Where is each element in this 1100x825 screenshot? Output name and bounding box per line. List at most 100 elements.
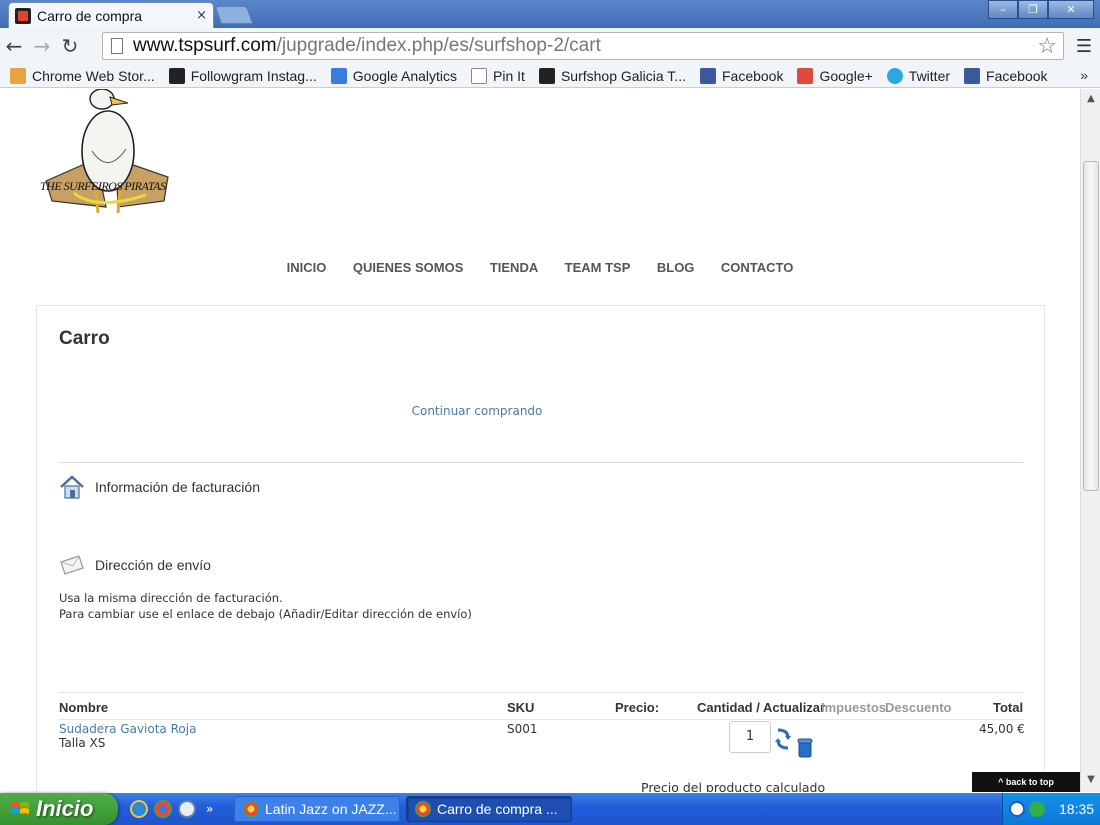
windows-taskbar: Inicio » Latin Jazz on JAZZ... Carro de … bbox=[0, 793, 1100, 825]
bookmark-icon bbox=[699, 67, 716, 84]
scroll-up-icon[interactable]: ▲ bbox=[1084, 93, 1098, 107]
cart-panel: Carro Continuar comprando Información de… bbox=[36, 305, 1045, 792]
bookmarks-overflow-icon[interactable]: » bbox=[1080, 67, 1088, 83]
product-sku: S001 bbox=[507, 722, 538, 736]
tab-close-icon[interactable]: × bbox=[196, 8, 207, 23]
quick-launch: » bbox=[130, 800, 213, 818]
browser-menu-icon[interactable]: ☰ bbox=[1076, 36, 1092, 57]
chrome-icon bbox=[415, 801, 431, 817]
page-title: Carro bbox=[59, 328, 110, 349]
nav-item-contacto[interactable]: CONTACTO bbox=[721, 260, 793, 275]
bookmarks-bar: Chrome Web Stor... Followgram Instag... … bbox=[0, 64, 1100, 88]
house-icon bbox=[60, 475, 84, 499]
delete-item-icon[interactable] bbox=[797, 738, 813, 758]
bookmark-item[interactable]: Chrome Web Stor... bbox=[10, 67, 155, 84]
column-header-tax: Impuestos bbox=[821, 700, 887, 715]
system-tray: 18:35 bbox=[1002, 793, 1100, 825]
url-host: www.tspsurf.com bbox=[133, 35, 277, 56]
nav-item-blog[interactable]: BLOG bbox=[657, 260, 695, 275]
scroll-thumb[interactable] bbox=[1083, 161, 1099, 491]
nav-item-quienes-somos[interactable]: QUIENES SOMOS bbox=[353, 260, 464, 275]
bookmark-item[interactable]: Google+ bbox=[797, 67, 873, 84]
network-icon[interactable] bbox=[1029, 801, 1045, 817]
column-header-name: Nombre bbox=[59, 700, 109, 715]
site-favicon-icon bbox=[15, 7, 31, 24]
window-controls: – ❐ ✕ bbox=[988, 0, 1094, 19]
divider bbox=[59, 692, 1023, 693]
shipping-address-row[interactable]: Dirección de envío bbox=[59, 554, 211, 576]
ie-icon[interactable] bbox=[130, 800, 148, 818]
taskbar-task-label: Carro de compra ... bbox=[437, 801, 558, 817]
shipping-address-label: Dirección de envío bbox=[95, 557, 211, 573]
page-scrollbar[interactable]: ▲ ▼ bbox=[1080, 89, 1100, 792]
bookmark-icon bbox=[886, 67, 903, 84]
quantity-input[interactable]: 1 bbox=[729, 721, 771, 753]
table-row: Sudadera Gaviota Roja Talla XS bbox=[59, 722, 196, 750]
column-header-total: Total bbox=[993, 700, 1024, 715]
envelope-icon bbox=[60, 555, 84, 575]
start-button[interactable]: Inicio bbox=[0, 793, 118, 825]
clock[interactable]: 18:35 bbox=[1059, 801, 1094, 817]
bookmark-item[interactable]: Pin It bbox=[471, 67, 525, 84]
column-header-sku: SKU bbox=[507, 700, 535, 715]
divider bbox=[59, 462, 1023, 463]
taskbar-task[interactable]: Latin Jazz on JAZZ... bbox=[234, 796, 400, 822]
bookmark-icon bbox=[538, 67, 555, 84]
bookmark-item[interactable]: Facebook bbox=[964, 67, 1048, 84]
quick-launch-more-icon[interactable]: » bbox=[206, 802, 213, 816]
bookmark-item[interactable]: Google Analytics bbox=[330, 67, 457, 84]
bookmark-icon bbox=[168, 67, 185, 84]
url-path: /jupgrade/index.php/es/surfshop-2/cart bbox=[276, 35, 601, 56]
back-arrow-icon[interactable]: ← bbox=[0, 34, 28, 58]
new-tab-button[interactable] bbox=[214, 6, 254, 24]
main-nav: INICIO QUIENES SOMOS TIENDA TEAM TSP BLO… bbox=[0, 259, 1080, 277]
forward-arrow-icon[interactable]: → bbox=[28, 34, 56, 58]
tab-title: Carro de compra bbox=[37, 7, 143, 24]
product-name-link[interactable]: Sudadera Gaviota Roja bbox=[59, 722, 196, 736]
price-calc-note: Precio del producto calculado bbox=[641, 780, 826, 792]
app-icon[interactable] bbox=[178, 800, 196, 818]
divider bbox=[59, 719, 1023, 720]
minimize-button[interactable]: – bbox=[988, 0, 1018, 19]
bookmark-star-icon[interactable]: ☆ bbox=[1037, 34, 1057, 59]
bookmark-item[interactable]: Followgram Instag... bbox=[168, 67, 317, 84]
product-total: 45,00 € bbox=[979, 722, 1025, 736]
chrome-icon[interactable] bbox=[154, 800, 172, 818]
taskbar-task-label: Latin Jazz on JAZZ... bbox=[265, 801, 397, 817]
page-viewport: THE SURFEIROS PIRATAS INICIO QUIENES SOM… bbox=[0, 89, 1080, 792]
maximize-button[interactable]: ❐ bbox=[1018, 0, 1048, 19]
site-logo[interactable] bbox=[36, 89, 176, 217]
browser-tab[interactable]: Carro de compra × bbox=[8, 2, 214, 28]
shipping-note: Para cambiar use el enlace de debajo (Añ… bbox=[59, 607, 472, 621]
column-header-quantity: Cantidad / Actualizar bbox=[697, 700, 826, 715]
reload-icon[interactable]: ↻ bbox=[56, 34, 84, 58]
bookmark-icon bbox=[471, 67, 488, 84]
windows-flag-icon bbox=[11, 802, 29, 814]
taskbar-task[interactable]: Carro de compra ... bbox=[406, 796, 572, 822]
column-header-discount: Descuento bbox=[885, 700, 952, 715]
browser-toolbar: ← → ↻ www.tspsurf.com /jupgrade/index.ph… bbox=[0, 28, 1100, 64]
bookmark-item[interactable]: Surfshop Galicia T... bbox=[538, 67, 686, 84]
nav-item-team-tsp[interactable]: TEAM TSP bbox=[565, 260, 631, 275]
bookmark-item[interactable]: Twitter bbox=[886, 67, 950, 84]
bookmark-icon bbox=[964, 67, 981, 84]
shipping-note: Usa la misma dirección de facturación. bbox=[59, 591, 283, 605]
close-window-button[interactable]: ✕ bbox=[1048, 0, 1094, 19]
tray-expand-icon[interactable] bbox=[1009, 801, 1025, 817]
billing-info-label: Información de facturación bbox=[95, 479, 260, 495]
bookmark-item[interactable]: Facebook bbox=[699, 67, 783, 84]
address-bar[interactable]: www.tspsurf.com /jupgrade/index.php/es/s… bbox=[102, 32, 1064, 60]
nav-item-tienda[interactable]: TIENDA bbox=[490, 260, 538, 275]
browser-tabstrip: Carro de compra × – ❐ ✕ bbox=[0, 0, 1100, 28]
logo-text: THE SURFEIROS PIRATAS bbox=[40, 179, 166, 193]
bookmark-icon bbox=[797, 67, 814, 84]
back-to-top-button[interactable]: ^ back to top bbox=[972, 772, 1080, 792]
scroll-down-icon[interactable]: ▼ bbox=[1084, 774, 1098, 788]
nav-item-inicio[interactable]: INICIO bbox=[287, 260, 327, 275]
page-icon bbox=[111, 38, 123, 54]
column-header-price: Precio: bbox=[615, 700, 660, 715]
billing-info-row[interactable]: Información de facturación bbox=[59, 474, 260, 500]
update-quantity-icon[interactable] bbox=[775, 726, 791, 752]
chrome-icon bbox=[243, 801, 259, 817]
continue-shopping-link[interactable]: Continuar comprando bbox=[37, 404, 917, 418]
